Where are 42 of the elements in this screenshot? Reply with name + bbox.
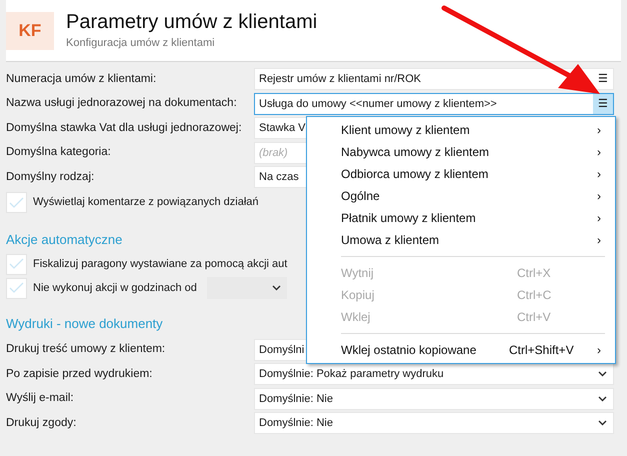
check-icon [9,258,24,270]
menu-button[interactable]: ☰ [593,94,613,114]
field-label: Domyślna kategoria: [6,145,112,160]
chevron-down-icon [598,396,607,402]
checkbox-label: Fiskalizuj paragony wystawiane za pomocą akcji aut [33,256,288,272]
menu-item[interactable]: Ogólne › [307,185,615,207]
chevron-down-icon [272,285,281,291]
dropdown-field[interactable]: Rejestr umów z klientami nr/ROK ☰ [254,68,614,90]
dropdown-field[interactable]: Usługa do umowy <<numer umowy z klientem>> ☰ [254,92,614,115]
section-title: Akcje automatyczne [6,230,122,249]
checkbox[interactable] [6,278,27,298]
checkbox[interactable] [6,254,27,274]
dropdown-field[interactable]: Domyślnie: Nie [254,412,614,434]
time-dropdown[interactable] [206,277,287,299]
field-label: Domyślna stawka Vat dla usługi jednorazowej: [6,120,243,136]
menu-item[interactable]: Wklej ostatnio kopiowane Ctrl+Shift+V › [307,339,615,361]
chevron-down-icon [598,371,607,378]
menu-item[interactable]: Nabywca umowy z klientem › [307,141,615,163]
menu-item[interactable]: Klient umowy z klientem › [307,119,615,141]
app-badge: KF [6,12,54,50]
field-label: Nazwa usługi jednorazowej na dokumentach: [6,96,238,112]
check-icon [9,282,24,294]
page-subtitle: Konfiguracja umów z klientami [66,36,216,52]
field-label: Wyślij e-mail: [6,391,75,406]
check-icon [9,196,24,208]
section-title: Wydruki - nowe dokumenty [6,315,163,333]
field-label: Drukuj zgody: [6,416,78,431]
checkbox[interactable] [6,192,27,213]
dropdown-field[interactable]: Domyślnie: Nie [254,388,614,410]
field-label: Po zapisie przed wydrukiem: [6,366,154,382]
field-label: Numeracja umów z klientami: [6,72,158,87]
checkbox-label: Wyświetlaj komentarze z powiązanych działań [33,195,258,210]
menu-button[interactable]: ☰ [593,69,613,90]
menu-item[interactable]: Odbiorca umowy z klientem › [307,163,615,185]
menu-item[interactable]: Umowa z klientem › [307,229,615,251]
field-label: Drukuj treść umowy z klientem: [6,342,166,358]
dropdown-field[interactable]: Domyślnie: Pokaż parametry wydruku [254,363,614,386]
menu-item[interactable]: Płatnik umowy z klientem › [307,207,615,229]
checkbox-label: Nie wykonuj akcji w godzinach od [33,280,197,296]
field-label: Domyślny rodzaj: [6,170,96,185]
page-title: Parametry umów z klientami [66,10,318,36]
chevron-down-icon [598,420,607,426]
